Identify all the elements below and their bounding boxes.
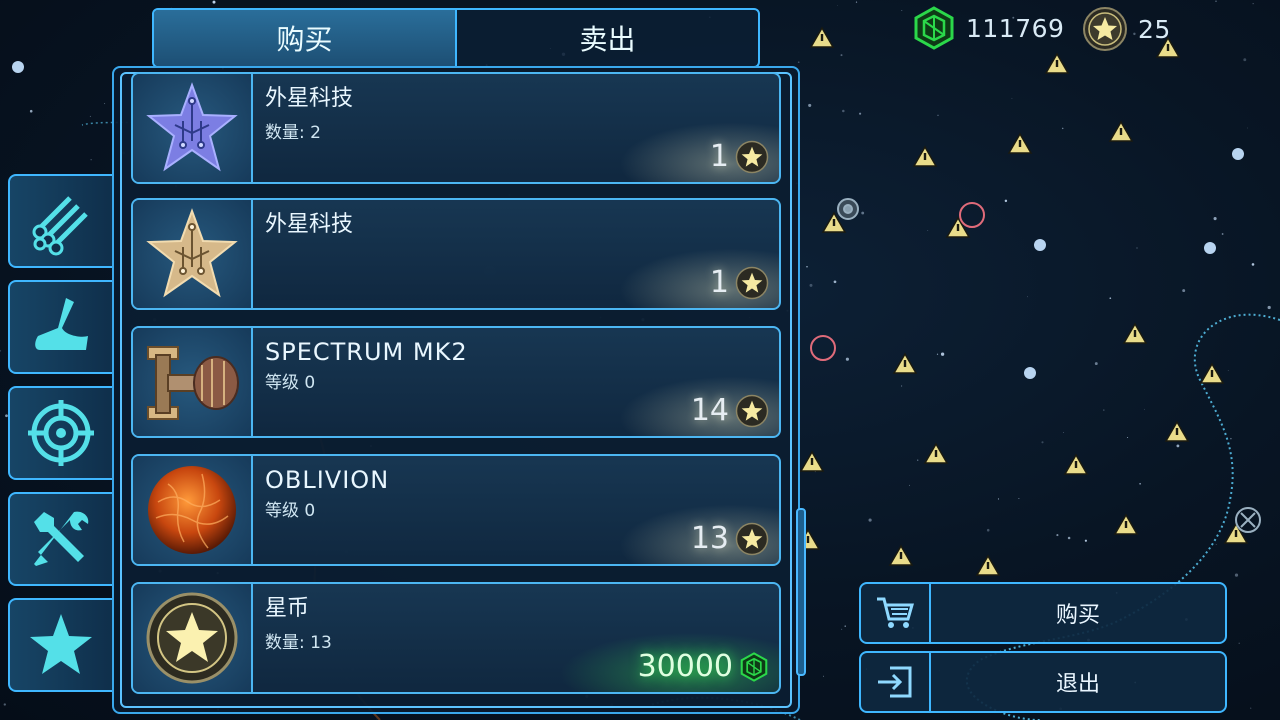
- shop-item[interactable]: OBLIVION 等级 0 13: [131, 454, 781, 566]
- wrench-screwdriver-icon: [34, 511, 89, 566]
- buy-sell-tabs: 购买 卖出: [152, 8, 760, 68]
- gem-count: 111769: [966, 13, 1065, 43]
- ship-hull-icon: [35, 298, 88, 350]
- item-price: 1: [710, 265, 769, 300]
- item-subtitle: 等级 0: [265, 373, 316, 393]
- item-thumbnail: [133, 328, 253, 436]
- item-thumbnail: [133, 74, 253, 182]
- price-value: 1: [709, 265, 729, 300]
- item-thumbnail: [133, 200, 253, 308]
- item-price: 13: [691, 521, 769, 556]
- exit-icon: [878, 666, 912, 698]
- star-coin-icon: [735, 140, 769, 173]
- star-coin-icon: [1083, 7, 1127, 51]
- cart-icon-wrap: [861, 584, 931, 642]
- category-weapons-button[interactable]: [8, 386, 112, 480]
- price-value: 14: [690, 393, 729, 428]
- category-materials-button[interactable]: [8, 174, 112, 268]
- shop-item[interactable]: 星币 数量: 13 30000: [131, 582, 781, 694]
- price-value: 30000: [637, 649, 733, 684]
- tab-sell[interactable]: 卖出: [455, 10, 758, 66]
- buy-button[interactable]: 购买: [859, 582, 1227, 644]
- item-subtitle: 等级 0: [265, 501, 316, 521]
- shop-item[interactable]: SPECTRUM MK2 等级 0 14: [131, 326, 781, 438]
- item-title: 外星科技: [265, 86, 354, 111]
- star-coin-icon: [146, 592, 238, 684]
- gold-circuit-star-icon: [146, 208, 238, 298]
- star-icon: [30, 614, 92, 674]
- star-count: 25: [1138, 14, 1171, 44]
- category-tools-button[interactable]: [8, 492, 112, 586]
- item-subtitle: 数量: 2: [265, 123, 321, 143]
- exit-button-label: 退出: [1055, 672, 1100, 697]
- orange-sphere-icon: [148, 466, 236, 554]
- star-coin-icon: [735, 522, 769, 555]
- exit-button[interactable]: 退出: [859, 651, 1227, 713]
- purple-circuit-star-icon: [146, 82, 238, 172]
- category-hulls-button[interactable]: [8, 280, 112, 374]
- gem-counter: 111769: [912, 6, 1064, 50]
- item-subtitle: 数量: 13: [265, 633, 332, 653]
- price-value: 1: [709, 139, 729, 174]
- price-value: 13: [690, 521, 729, 556]
- item-title: 外星科技: [265, 212, 354, 237]
- item-thumbnail: [133, 584, 253, 692]
- gem-cube-icon: [740, 651, 768, 682]
- pipes-icon: [32, 196, 88, 256]
- shop-item[interactable]: 外星科技 1: [131, 198, 781, 310]
- ship-module-icon: [147, 346, 239, 420]
- tab-buy[interactable]: 购买: [154, 10, 455, 66]
- cart-icon: [877, 597, 914, 628]
- item-title: 星币: [265, 596, 310, 621]
- shop-item[interactable]: 外星科技 数量: 2 1: [131, 72, 781, 184]
- item-price: 14: [691, 393, 769, 428]
- item-price: 1: [710, 139, 769, 174]
- gem-cube-icon: [914, 6, 954, 50]
- item-price: 30000: [638, 649, 769, 684]
- item-title: SPECTRUM MK2: [265, 338, 468, 366]
- exit-icon-wrap: [861, 653, 931, 711]
- item-title: OBLIVION: [265, 466, 390, 494]
- star-coin-icon: [735, 266, 769, 299]
- category-special-button[interactable]: [8, 598, 112, 692]
- buy-button-label: 购买: [1055, 603, 1100, 628]
- item-thumbnail: [133, 456, 253, 564]
- star-coin-icon: [735, 394, 769, 427]
- star-counter: 25: [1082, 6, 1171, 52]
- crosshair-icon: [28, 400, 94, 466]
- item-list-scrollbar[interactable]: [796, 508, 806, 676]
